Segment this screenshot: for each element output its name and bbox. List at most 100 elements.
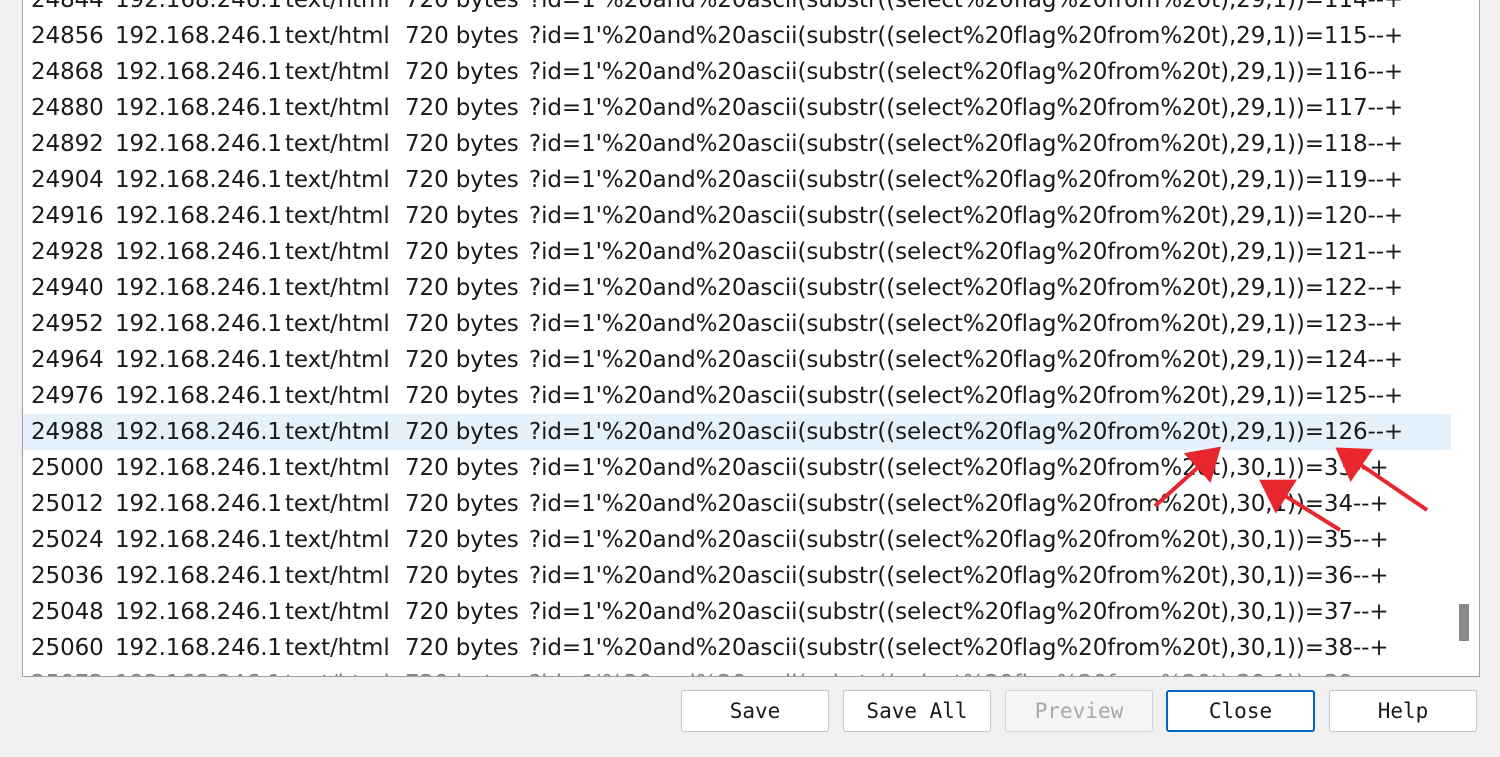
row-size: 720 bytes bbox=[405, 455, 519, 481]
row-number: 24928 bbox=[31, 239, 104, 265]
row-number: 25048 bbox=[31, 599, 104, 625]
row-content-type: text/html bbox=[285, 167, 390, 193]
list-row[interactable]: 24904 192.168.246.1 text/html 720 bytes ?id=… bbox=[23, 162, 1451, 198]
row-size: 720 bytes bbox=[405, 203, 519, 229]
row-size: 720 bytes bbox=[405, 383, 519, 409]
row-content-type: text/html bbox=[285, 203, 390, 229]
row-url: ?id=1'%20and%20ascii(substr((select%20fl… bbox=[529, 131, 1404, 157]
row-size: 720 bytes bbox=[405, 491, 519, 517]
row-content-type: text/html bbox=[285, 599, 390, 625]
row-url: ?id=1'%20and%20ascii(substr((select%20fl… bbox=[529, 599, 1389, 625]
list-row[interactable]: 25036 192.168.246.1 text/html 720 bytes ?id=… bbox=[23, 558, 1451, 594]
list-row[interactable]: 24928 192.168.246.1 text/html 720 bytes ?id=… bbox=[23, 234, 1451, 270]
row-content-type: text/html bbox=[285, 455, 390, 481]
row-url: ?id=1'%20and%20ascii(substr((select%20fl… bbox=[529, 275, 1404, 301]
row-host: 192.168.246.1 bbox=[115, 203, 282, 229]
row-number: 24856 bbox=[31, 23, 104, 49]
list-row[interactable]: 24880 192.168.246.1 text/html 720 bytes ?id=… bbox=[23, 90, 1451, 126]
list-row[interactable]: 24856 192.168.246.1 text/html 720 bytes ?id=… bbox=[23, 18, 1451, 54]
list-row[interactable]: 24988 192.168.246.1 text/html 720 bytes ?id=… bbox=[23, 414, 1451, 450]
row-content-type: text/html bbox=[285, 347, 390, 373]
row-url: ?id=1'%20and%20ascii(substr((select%20fl… bbox=[529, 419, 1404, 445]
row-host: 192.168.246.1 bbox=[115, 0, 282, 13]
list-row[interactable]: 25024 192.168.246.1 text/html 720 bytes ?id=… bbox=[23, 522, 1451, 558]
list-row[interactable]: 24844 192.168.246.1 text/html 720 bytes ?id=… bbox=[23, 0, 1451, 18]
row-host: 192.168.246.1 bbox=[115, 491, 282, 517]
row-number: 24940 bbox=[31, 275, 104, 301]
list-row[interactable]: 24952 192.168.246.1 text/html 720 bytes ?id=… bbox=[23, 306, 1451, 342]
row-host: 192.168.246.1 bbox=[115, 671, 285, 676]
row-content-type: text/html bbox=[285, 491, 390, 517]
row-host: 192.168.246.1 bbox=[115, 167, 282, 193]
row-size: 720 bytes bbox=[405, 635, 519, 661]
list-row[interactable]: 24964 192.168.246.1 text/html 720 bytes ?id=… bbox=[23, 342, 1451, 378]
row-size: 720 bytes bbox=[405, 131, 519, 157]
row-size: 720 bytes bbox=[405, 311, 519, 337]
row-host: 192.168.246.1 bbox=[115, 95, 282, 121]
help-button[interactable]: Help bbox=[1329, 690, 1477, 732]
row-size: 720 bytes bbox=[405, 671, 529, 676]
row-number: 24880 bbox=[31, 95, 104, 121]
row-content-type: text/html bbox=[285, 527, 390, 553]
list-row[interactable]: 25060 192.168.246.1 text/html 720 bytes ?id=… bbox=[23, 630, 1451, 666]
list-row[interactable]: 24892 192.168.246.1 text/html 720 bytes ?id=… bbox=[23, 126, 1451, 162]
row-size: 720 bytes bbox=[405, 59, 519, 85]
row-size: 720 bytes bbox=[405, 23, 519, 49]
row-host: 192.168.246.1 bbox=[115, 383, 282, 409]
row-url: ?id=1'%20and%20ascii(substr((select%20fl… bbox=[529, 0, 1404, 13]
row-host: 192.168.246.1 bbox=[115, 635, 282, 661]
row-content-type: text/html bbox=[285, 311, 390, 337]
row-url: ?id=1'%20and%20ascii(substr((select%20fl… bbox=[529, 239, 1404, 265]
row-content-type: text/html bbox=[285, 671, 405, 676]
row-number: 24916 bbox=[31, 203, 104, 229]
row-content-type: text/html bbox=[285, 563, 390, 589]
row-url: ?id=1'%20and%20ascii(substr((select%20fl… bbox=[529, 527, 1389, 553]
list-row[interactable]: 25072192.168.246.1text/html720 bytes?id=… bbox=[23, 666, 1451, 676]
row-content-type: text/html bbox=[285, 383, 390, 409]
row-size: 720 bytes bbox=[405, 167, 519, 193]
row-url: ?id=1'%20and%20ascii(substr((select%20fl… bbox=[529, 23, 1404, 49]
object-list-rows: 24844 192.168.246.1 text/html 720 bytes ?id=… bbox=[23, 0, 1451, 676]
row-url: ?id=1'%20and%20ascii(substr((select%20fl… bbox=[529, 347, 1404, 373]
row-number: 24868 bbox=[31, 59, 104, 85]
list-row[interactable]: 24868 192.168.246.1 text/html 720 bytes ?id=… bbox=[23, 54, 1451, 90]
scrollbar-thumb[interactable] bbox=[1459, 604, 1469, 641]
row-size: 720 bytes bbox=[405, 347, 519, 373]
row-url: ?id=1'%20and%20ascii(substr((select%20fl… bbox=[529, 167, 1404, 193]
list-row[interactable]: 24916 192.168.246.1 text/html 720 bytes ?id=… bbox=[23, 198, 1451, 234]
row-host: 192.168.246.1 bbox=[115, 347, 282, 373]
list-row[interactable]: 24940 192.168.246.1 text/html 720 bytes ?id=… bbox=[23, 270, 1451, 306]
row-url: ?id=1'%20and%20ascii(substr((select%20fl… bbox=[529, 491, 1389, 517]
row-content-type: text/html bbox=[285, 95, 390, 121]
row-url: ?id=1'%20and%20ascii(substr((select%20fl… bbox=[529, 311, 1404, 337]
row-number: 24952 bbox=[31, 311, 104, 337]
row-content-type: text/html bbox=[285, 131, 390, 157]
list-row[interactable]: 25048 192.168.246.1 text/html 720 bytes ?id=… bbox=[23, 594, 1451, 630]
preview-button[interactable]: Preview bbox=[1005, 690, 1153, 732]
vertical-scrollbar[interactable] bbox=[1451, 0, 1473, 676]
row-url: ?id=1'%20and%20ascii(substr((select%20fl… bbox=[529, 203, 1404, 229]
list-row[interactable]: 24976 192.168.246.1 text/html 720 bytes ?id=… bbox=[23, 378, 1451, 414]
row-host: 192.168.246.1 bbox=[115, 239, 282, 265]
list-row[interactable]: 25000 192.168.246.1 text/html 720 bytes ?id=… bbox=[23, 450, 1451, 486]
row-size: 720 bytes bbox=[405, 0, 519, 13]
row-number: 25036 bbox=[31, 563, 104, 589]
row-number: 25000 bbox=[31, 455, 104, 481]
object-list[interactable]: 24844 192.168.246.1 text/html 720 bytes ?id=… bbox=[22, 0, 1480, 677]
row-number: 24904 bbox=[31, 167, 104, 193]
row-host: 192.168.246.1 bbox=[115, 131, 282, 157]
save-all-button[interactable]: Save All bbox=[843, 690, 991, 732]
row-host: 192.168.246.1 bbox=[115, 59, 282, 85]
close-button[interactable]: Close bbox=[1166, 690, 1315, 732]
row-size: 720 bytes bbox=[405, 95, 519, 121]
row-host: 192.168.246.1 bbox=[115, 311, 282, 337]
row-host: 192.168.246.1 bbox=[115, 455, 282, 481]
save-button[interactable]: Save bbox=[681, 690, 829, 732]
row-number: 25024 bbox=[31, 527, 104, 553]
row-number: 24892 bbox=[31, 131, 104, 157]
row-content-type: text/html bbox=[285, 635, 390, 661]
list-row[interactable]: 25012 192.168.246.1 text/html 720 bytes ?id=… bbox=[23, 486, 1451, 522]
row-size: 720 bytes bbox=[405, 527, 519, 553]
row-number: 25072 bbox=[23, 671, 115, 676]
row-host: 192.168.246.1 bbox=[115, 563, 282, 589]
